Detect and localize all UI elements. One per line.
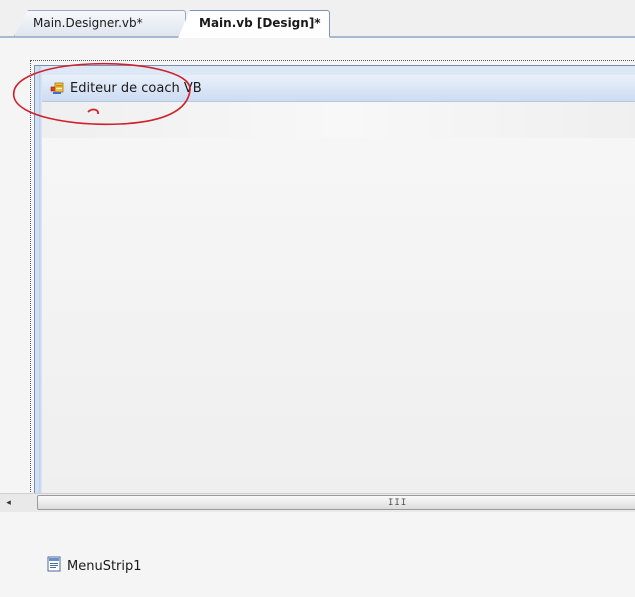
- menu-item-label: Editeur de coach VB: [70, 80, 202, 96]
- document-tab-strip: Main.Designer.vb* Main.vb [Design]*: [0, 0, 635, 38]
- tray-component-label: MenuStrip1: [67, 558, 142, 574]
- tab-main-vb-design[interactable]: Main.vb [Design]*: [178, 10, 330, 38]
- client-top-band: [42, 102, 635, 138]
- tab-label: Main.Designer.vb*: [33, 16, 143, 30]
- menu-strip-item-icon: [50, 81, 64, 95]
- form-client-area[interactable]: [42, 102, 635, 493]
- tab-label: Main.vb [Design]*: [199, 16, 321, 30]
- menu-item-editeur[interactable]: Editeur de coach VB: [50, 78, 202, 98]
- scrollbar-grip-icon: III: [388, 498, 408, 508]
- component-tray: MenuStrip1: [0, 512, 635, 597]
- menu-strip[interactable]: Editeur de coach VB: [42, 75, 635, 102]
- scrollbar-thumb[interactable]: III: [37, 495, 635, 510]
- scroll-left-arrow-icon[interactable]: ◂: [0, 494, 17, 511]
- scroll-left-glyph: ◂: [6, 497, 11, 508]
- menustrip-icon: [47, 556, 61, 576]
- form-designer-surface[interactable]: Editeur de coach VB ◂ III MenuStrip1: [0, 38, 635, 597]
- horizontal-scrollbar[interactable]: ◂ III: [0, 493, 635, 512]
- tab-main-designer-vb[interactable]: Main.Designer.vb*: [14, 10, 186, 36]
- tray-component-menustrip[interactable]: MenuStrip1: [47, 556, 142, 576]
